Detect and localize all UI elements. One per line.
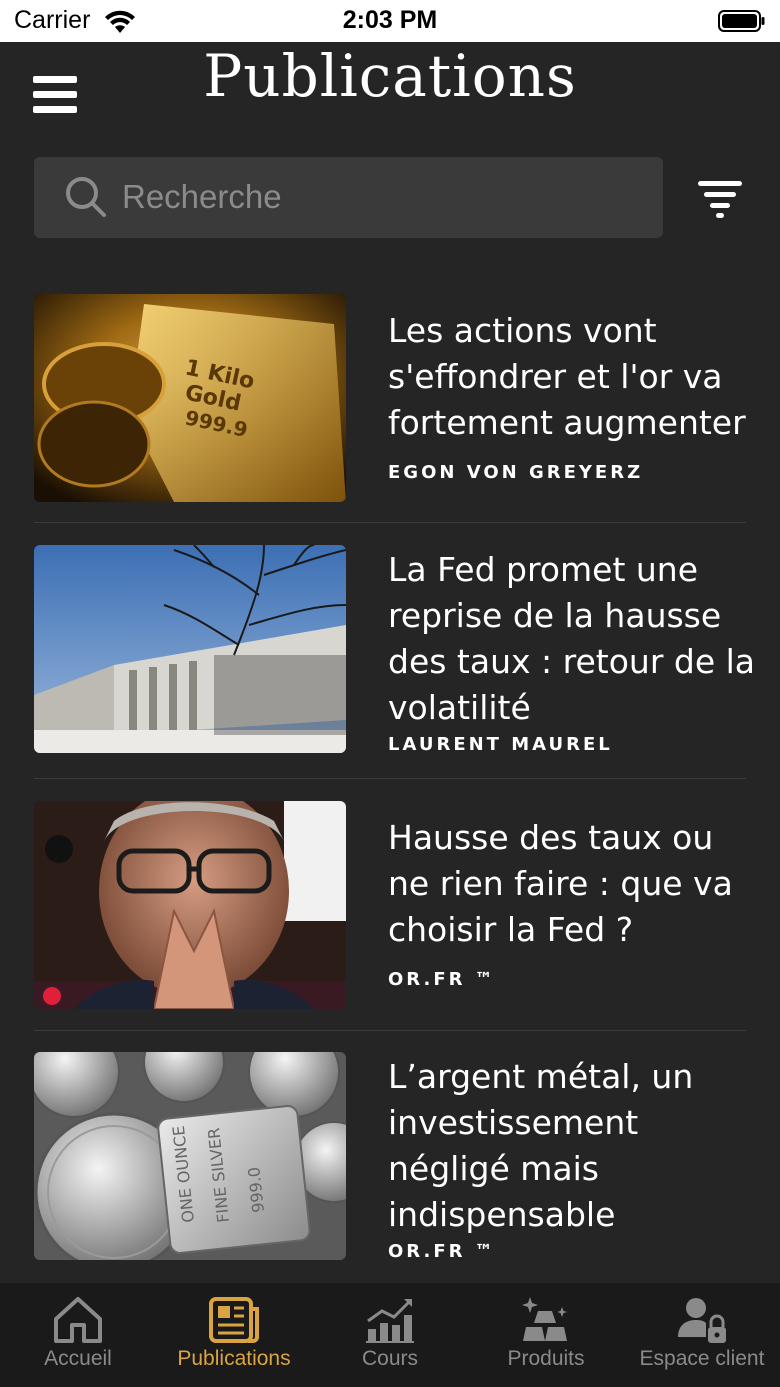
- tab-label: Produits: [507, 1347, 585, 1370]
- divider: [34, 1030, 746, 1031]
- tab-label: Espace client: [639, 1347, 765, 1370]
- status-bar: Carrier 2:03 PM: [0, 0, 780, 42]
- battery-icon: [718, 10, 765, 32]
- tab-espace-client[interactable]: Espace client: [624, 1283, 780, 1387]
- divider: [34, 522, 746, 523]
- tab-publications[interactable]: Publications: [156, 1283, 312, 1387]
- chart-icon: [366, 1299, 414, 1343]
- user-lock-icon: [678, 1298, 726, 1343]
- article-item[interactable]: Hausse des taux ou ne rien faire : que v…: [34, 801, 746, 1009]
- filter-button[interactable]: [698, 178, 744, 218]
- filter-line-3: [710, 203, 730, 208]
- article-author: OR.FR ™: [388, 1241, 496, 1262]
- header: Publications: [0, 42, 780, 142]
- article-item[interactable]: La Fed promet une reprise de la hausse d…: [34, 545, 755, 755]
- divider: [34, 778, 746, 779]
- article-title: Les actions vont s'effondrer et l'or va …: [388, 311, 746, 442]
- article-title: L’argent métal, un investissement néglig…: [388, 1057, 694, 1234]
- newspaper-icon: [209, 1297, 259, 1343]
- tab-accueil[interactable]: Accueil: [0, 1283, 156, 1387]
- tab-label: Accueil: [44, 1347, 112, 1370]
- silver-coins-image: ONE OUNCE FINE SILVER 999.0: [34, 1052, 346, 1260]
- filter-line-2: [704, 192, 736, 197]
- search-input[interactable]: [122, 171, 642, 223]
- search-icon: [66, 177, 106, 217]
- article-item[interactable]: 1 Kilo Gold 999.9 Les actions vont s'eff…: [34, 294, 746, 502]
- page-title: Publications: [203, 42, 577, 110]
- tab-label: Publications: [177, 1347, 291, 1370]
- fed-chair-portrait-image: [34, 801, 346, 1009]
- gold-bars-icon: [522, 1297, 567, 1341]
- article-author: OR.FR ™: [388, 969, 496, 990]
- tab-bar: Accueil Publications Cours Produits Espa…: [0, 1283, 780, 1387]
- article-title: La Fed promet une reprise de la hausse d…: [388, 550, 756, 727]
- tab-cours[interactable]: Cours: [312, 1283, 468, 1387]
- filter-line-1: [698, 181, 742, 186]
- article-title: Hausse des taux ou ne rien faire : que v…: [388, 818, 733, 949]
- home-icon: [54, 1297, 102, 1343]
- status-time: 2:03 PM: [342, 6, 438, 34]
- filter-line-4: [716, 213, 724, 218]
- search-bar[interactable]: [34, 157, 663, 238]
- gold-bar-image: 1 Kilo Gold 999.9: [34, 294, 346, 502]
- article-author: LAURENT MAUREL: [388, 734, 613, 755]
- tab-produits[interactable]: Produits: [468, 1283, 624, 1387]
- article-item[interactable]: ONE OUNCE FINE SILVER 999.0 L’argent mét…: [34, 1052, 746, 1262]
- article-author: EGON VON GREYERZ: [388, 462, 644, 483]
- tab-label: Cours: [361, 1347, 419, 1370]
- federal-reserve-building-image: [34, 545, 346, 753]
